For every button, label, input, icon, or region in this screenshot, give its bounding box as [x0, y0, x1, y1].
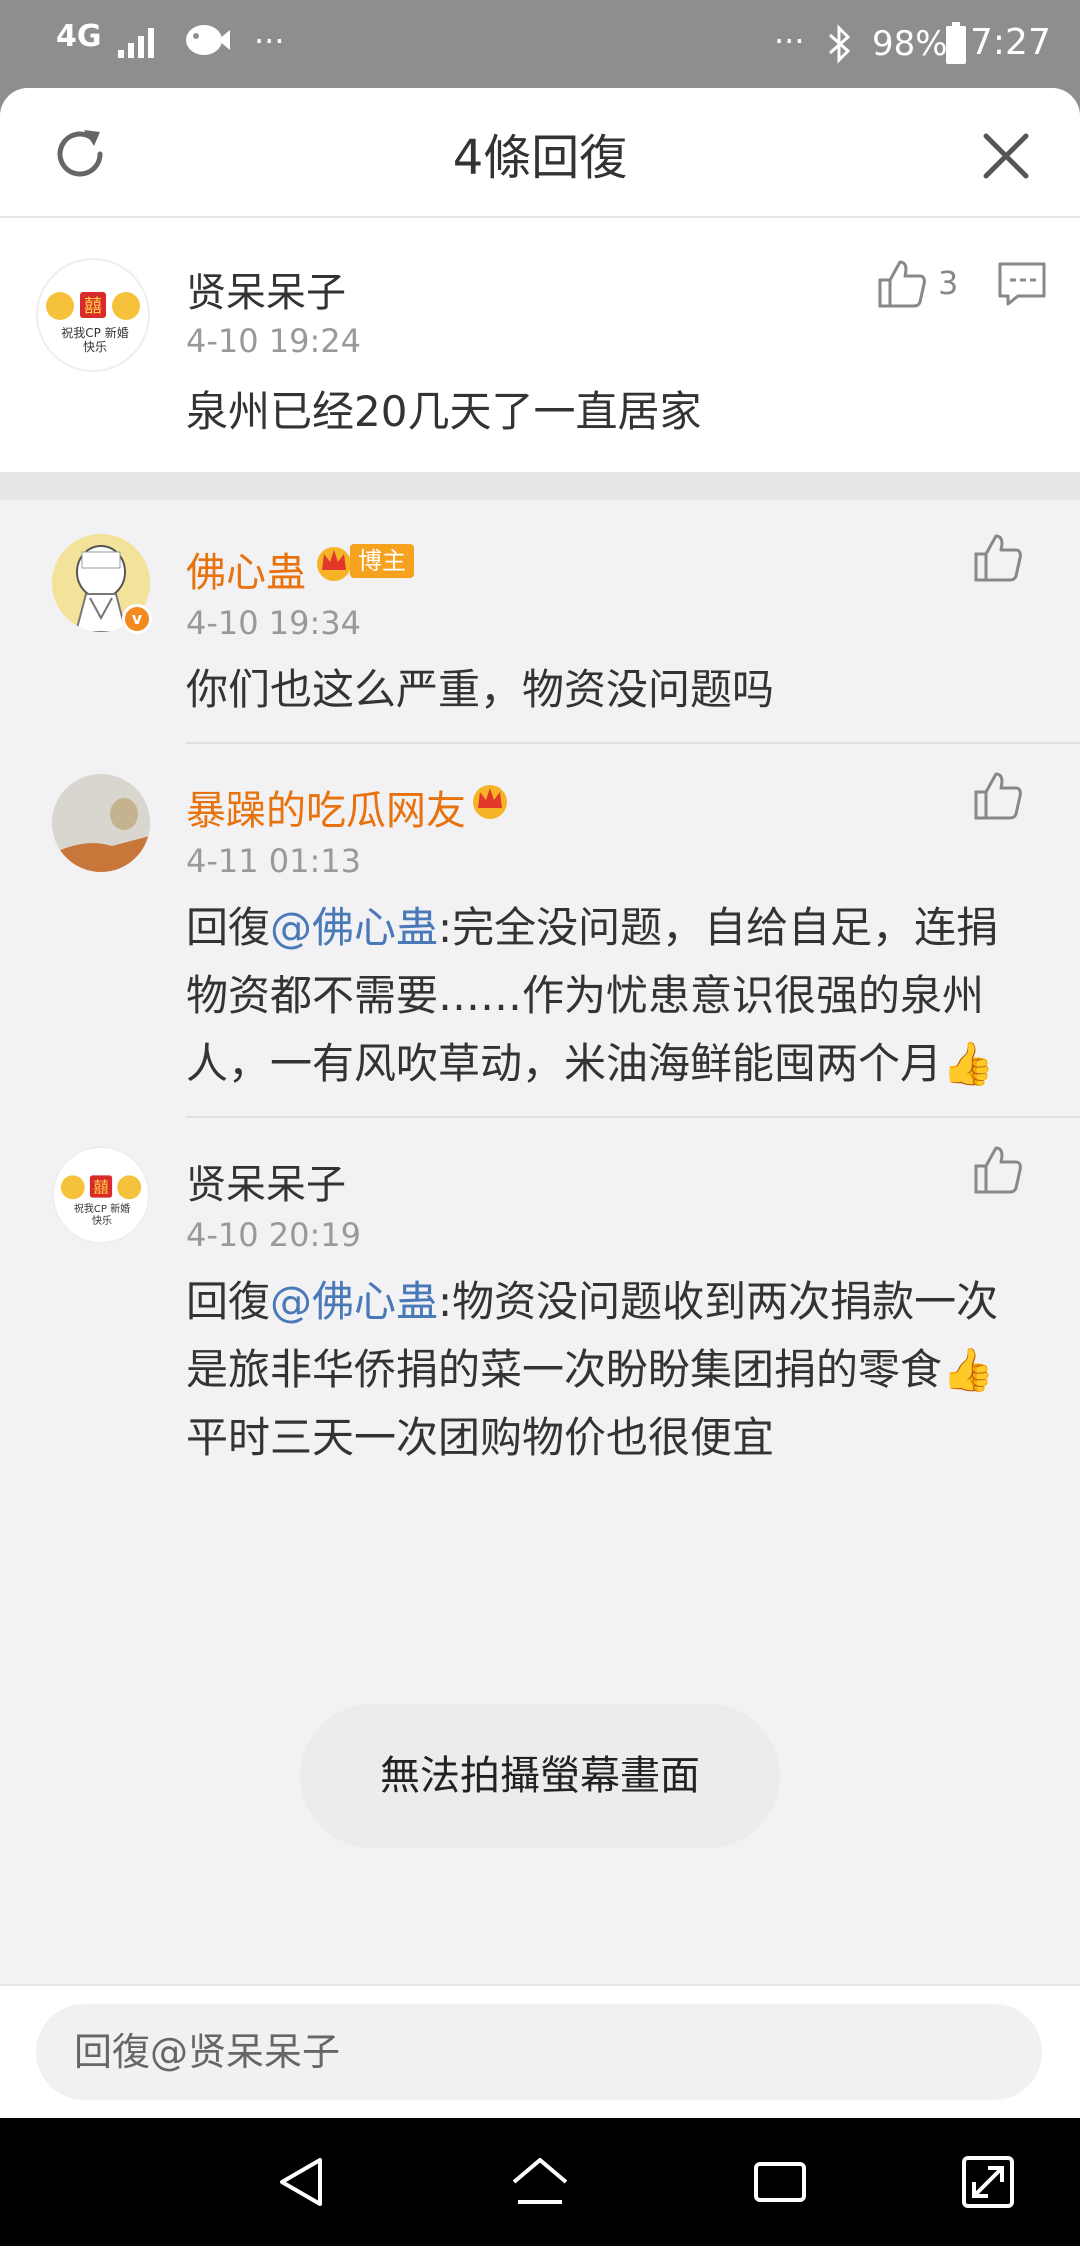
reply-user-name[interactable]: 佛心蛊 [186, 540, 306, 598]
like-count: 3 [938, 264, 959, 302]
recent-apps-icon[interactable] [750, 2152, 810, 2212]
svg-text:囍: 囍 [84, 296, 102, 317]
more-notifications-indicator: ··· [254, 22, 285, 60]
like-icon[interactable] [972, 1144, 1024, 1196]
clock: 7:27 [970, 22, 1051, 63]
comment-user-name[interactable]: 贤呆呆子 [186, 260, 346, 318]
app-notification-icon [186, 25, 230, 55]
like-icon[interactable] [972, 770, 1024, 822]
reply-prefix: 回復 [186, 1277, 271, 1326]
like-icon[interactable] [972, 532, 1024, 584]
close-icon[interactable] [976, 126, 1036, 186]
reply-text-line: 物资都不需要……作为忧患意识很强的泉州 [186, 971, 985, 1020]
network-indicator: 4G [56, 19, 102, 54]
reply-text-line: 是旅非华侨捐的菜一次盼盼集团捐的零食👍 [186, 1345, 995, 1394]
reply-comment-icon[interactable] [996, 258, 1048, 310]
reply-input[interactable] [36, 2004, 1042, 2100]
back-icon[interactable] [272, 2152, 332, 2212]
reply-user-name[interactable]: 贤呆呆子 [186, 1152, 346, 1210]
status-dots-indicator: ··· [774, 22, 805, 60]
reply-separator [186, 1116, 1080, 1118]
reply-time: 4-10 20:19 [186, 1216, 362, 1254]
reply-text: 你们也这么严重，物资没问题吗 [186, 665, 775, 714]
battery-icon [946, 22, 966, 64]
reply-text-line: 平时三天一次团购物价也很便宜 [186, 1413, 775, 1462]
replies-sheet: 4條回復 囍 祝我CP 新婚快乐 贤呆呆子 4-10 19:24 泉州已经20几… [0, 88, 1080, 2118]
reply-prefix: 回復 [186, 903, 271, 952]
avatar[interactable]: 囍 祝我CP 新婚快乐 [52, 1146, 150, 1244]
reply-user-name[interactable]: 暴躁的吃瓜网友 [186, 778, 466, 836]
status-bar: 4G ··· ··· 98% 7:27 [0, 0, 1080, 88]
avatar[interactable]: 囍 祝我CP 新婚快乐 [36, 258, 150, 372]
battery-percent: 98% [872, 24, 948, 64]
reply-text: 回復@佛心蛊:完全没问题，自给自足，连捐 物资都不需要……作为忧患意识很强的泉州… [186, 894, 1006, 1098]
reply-time: 4-11 01:13 [186, 842, 362, 880]
signal-icon [118, 28, 154, 58]
sheet-header: 4條回復 [0, 88, 1080, 218]
reply-text-line: 回復@佛心蛊:物资没问题收到两次捐款一次 [186, 1268, 1006, 1336]
comment-time: 4-10 19:24 [186, 322, 362, 360]
expand-icon[interactable] [958, 2152, 1018, 2212]
sheet-title: 4條回復 [452, 130, 628, 186]
like-icon[interactable] [876, 258, 928, 310]
system-nav-bar [0, 2118, 1080, 2246]
avatar-photo-icon [52, 774, 150, 872]
avatar[interactable] [52, 774, 150, 872]
mention-link[interactable]: @佛心蛊 [270, 903, 438, 952]
reply-text-line: 回復@佛心蛊:完全没问题，自给自足，连捐 [186, 894, 1006, 962]
avatar-caption: 祝我CP 新婚快乐 [73, 1204, 131, 1227]
crown-vip-icon [317, 547, 351, 581]
bluetooth-icon [829, 24, 851, 64]
comment-text: 泉州已经20几天了一直居家 [186, 387, 702, 436]
section-divider [0, 472, 1080, 500]
reply-separator [186, 742, 1080, 744]
mention-link[interactable]: @佛心蛊 [270, 1277, 438, 1326]
svg-text:囍: 囍 [93, 1178, 108, 1196]
verified-badge-icon: v [122, 604, 152, 634]
reply-text-content: :物资没问题收到两次捐款一次 [438, 1277, 999, 1326]
avatar-caption: 祝我CP 新婚快乐 [61, 326, 129, 354]
reply-text-line: 人，一有风吹草动，米油海鲜能囤两个月👍 [186, 1039, 995, 1088]
reply-text: 回復@佛心蛊:物资没问题收到两次捐款一次 是旅非华侨捐的菜一次盼盼集团捐的零食👍… [186, 1268, 1006, 1472]
reply-text-content: :完全没问题，自给自足，连捐 [438, 903, 999, 952]
reply-time: 4-10 19:34 [186, 604, 362, 642]
crown-vip-icon [473, 785, 507, 819]
reply-input-bar [0, 1984, 1080, 2118]
toast-message: 無法拍攝螢幕畫面 [300, 1704, 780, 1848]
home-icon[interactable] [510, 2152, 570, 2212]
author-badge: 博主 [350, 544, 414, 578]
original-comment: 囍 祝我CP 新婚快乐 贤呆呆子 4-10 19:24 泉州已经20几天了一直居… [0, 218, 1080, 472]
